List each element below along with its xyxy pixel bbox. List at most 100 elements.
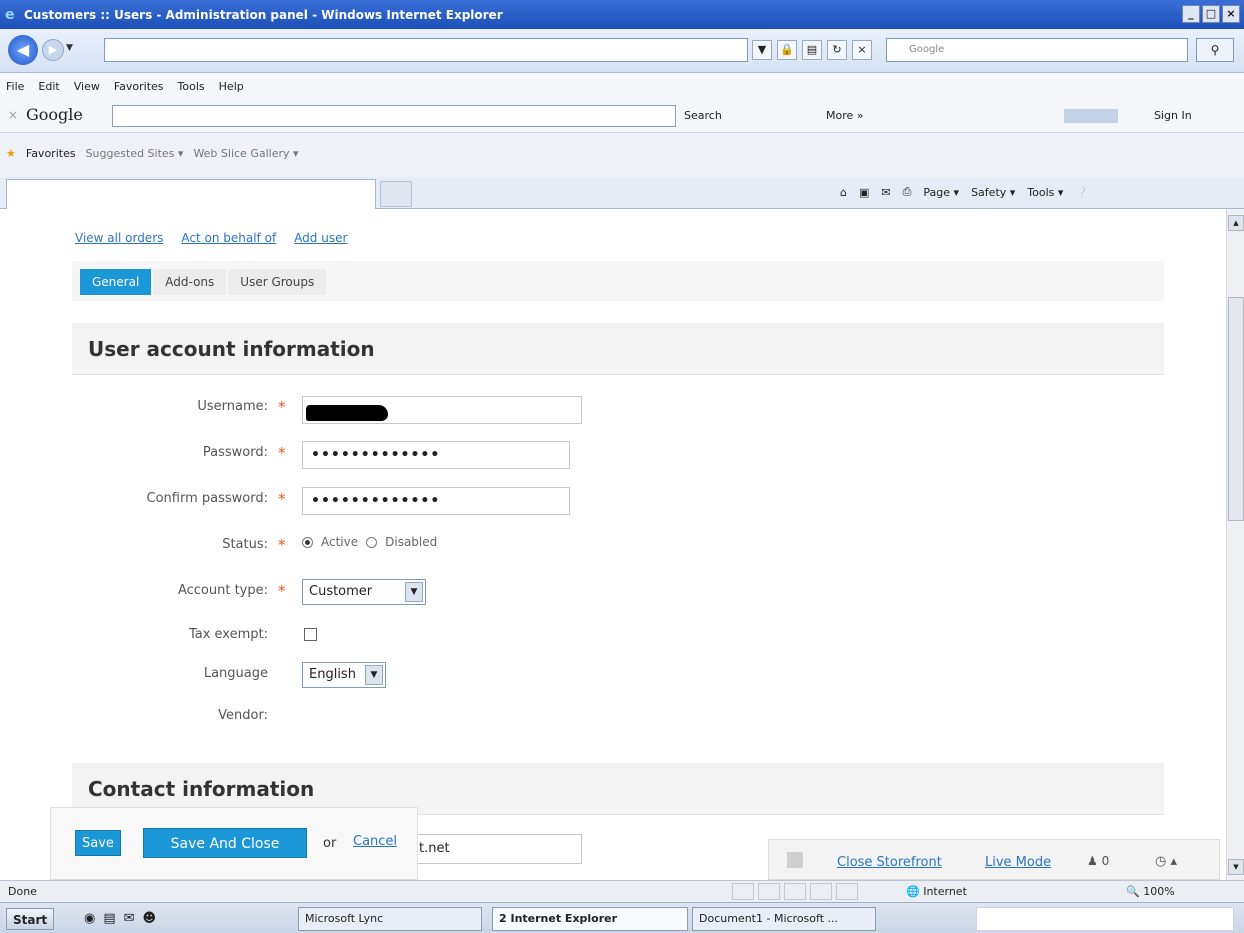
storefront-bar: Close Storefront Live Mode ♟ 0 ◷ ▴: [768, 839, 1220, 880]
taskbar-item-lync[interactable]: Microsoft Lync: [298, 907, 482, 931]
menu-file[interactable]: File: [6, 80, 24, 93]
users-online-count[interactable]: ♟ 0: [1087, 854, 1109, 868]
sign-in-button[interactable]: Sign In: [1154, 109, 1192, 122]
vertical-scrollbar[interactable]: ▲ ▼: [1226, 209, 1244, 880]
live-mode-link[interactable]: Live Mode: [985, 855, 1051, 870]
back-button[interactable]: ◀: [8, 35, 38, 65]
zoom-icon: 🔍: [1126, 885, 1144, 898]
ie-logo-icon: e: [5, 7, 15, 23]
favorites-button[interactable]: Favorites: [26, 147, 76, 160]
close-toolbar-icon[interactable]: ×: [8, 108, 18, 122]
tab-general[interactable]: General: [80, 269, 152, 295]
messenger-quicklaunch-icon[interactable]: ☻: [143, 911, 157, 926]
maximize-button[interactable]: □: [1202, 5, 1220, 23]
window-titlebar: e Customers :: Users - Administration pa…: [0, 0, 1244, 29]
feeds-icon[interactable]: ▣: [859, 186, 869, 199]
browser-search-input[interactable]: Google: [886, 38, 1188, 62]
confirm-password-field[interactable]: •••••••••••••: [302, 487, 570, 515]
browser-tab-strip: ⌂ ▣ ✉ ⎙ Page ▾ Safety ▾ Tools ▾ ❔: [0, 177, 1244, 209]
password-field[interactable]: •••••••••••••: [302, 441, 570, 469]
explorer-quicklaunch-icon[interactable]: ▤: [103, 911, 115, 926]
language-select[interactable]: English ▼: [302, 662, 386, 688]
web-slice-gallery-link[interactable]: Web Slice Gallery ▾: [193, 147, 298, 160]
google-search-input[interactable]: [112, 105, 676, 127]
google-search-button[interactable]: Search: [684, 109, 722, 122]
confirm-password-label: Confirm password:: [146, 491, 268, 506]
menu-edit[interactable]: Edit: [38, 80, 59, 93]
email-field[interactable]: t.net: [414, 834, 582, 864]
status-label: Status:: [222, 537, 268, 552]
required-mark: *: [278, 398, 286, 416]
google-plus-badge[interactable]: [1064, 109, 1118, 123]
outlook-quicklaunch-icon[interactable]: ✉: [124, 911, 135, 926]
system-tray: [976, 907, 1234, 931]
add-user-link[interactable]: Add user: [294, 231, 347, 245]
menu-view[interactable]: View: [74, 80, 100, 93]
new-tab-button[interactable]: [380, 181, 412, 207]
search-icon[interactable]: ⚲: [1196, 38, 1234, 62]
forward-button[interactable]: ▶: [42, 39, 64, 61]
act-on-behalf-link[interactable]: Act on behalf of: [181, 231, 276, 245]
favorites-star-icon[interactable]: ★: [6, 147, 16, 160]
mail-icon[interactable]: ✉: [881, 186, 890, 199]
close-window-button[interactable]: ×: [1222, 5, 1240, 23]
menu-tools[interactable]: Tools: [178, 80, 205, 93]
status-disabled-radio[interactable]: [366, 536, 378, 548]
page-menu[interactable]: Page ▾: [923, 186, 959, 199]
google-more-button[interactable]: More »: [826, 109, 864, 122]
or-text: or: [323, 836, 337, 851]
safety-menu[interactable]: Safety ▾: [971, 186, 1015, 199]
menu-favorites[interactable]: Favorites: [114, 80, 164, 93]
address-bar: ◀ ▶ ▼ ▼ 🔒 ▤ ↻ × Google ⚲: [0, 29, 1244, 73]
zoom-level[interactable]: 🔍 100%: [1126, 885, 1175, 898]
window-controls: _ □ ×: [1182, 5, 1240, 23]
url-input[interactable]: [104, 38, 748, 62]
tab-add-ons[interactable]: Add-ons: [153, 269, 227, 295]
language-value: English: [309, 667, 356, 682]
status-active-radio[interactable]: [302, 536, 313, 548]
tax-exempt-checkbox[interactable]: [304, 628, 317, 641]
close-storefront-link[interactable]: Close Storefront: [837, 855, 942, 870]
save-button[interactable]: Save: [75, 830, 121, 856]
view-all-orders-link[interactable]: View all orders: [75, 231, 163, 245]
taskbar-item-ie[interactable]: 2 Internet Explorer: [492, 907, 688, 931]
required-mark: *: [278, 536, 286, 554]
zoom-value: 100%: [1143, 885, 1175, 898]
menu-help[interactable]: Help: [219, 80, 244, 93]
clock-icon[interactable]: ◷ ▴: [1155, 854, 1177, 869]
ie-quicklaunch-icon[interactable]: ◉: [84, 911, 95, 926]
status-segment: [732, 883, 754, 900]
save-and-close-button[interactable]: Save And Close: [143, 828, 307, 858]
print-icon[interactable]: ⎙: [903, 185, 912, 199]
suggested-sites-link[interactable]: Suggested Sites ▾: [86, 147, 184, 160]
scroll-thumb[interactable]: [1228, 297, 1244, 521]
home-icon[interactable]: ⌂: [840, 186, 847, 199]
page-content: View all orders Act on behalf of Add use…: [0, 209, 1226, 880]
start-button[interactable]: Start: [6, 908, 55, 930]
lock-icon[interactable]: 🔒: [777, 40, 797, 60]
history-dropdown-icon[interactable]: ▼: [66, 43, 73, 53]
quick-launch: ◉ ▤ ✉ ☻: [84, 911, 156, 926]
dropdown-arrow-icon[interactable]: ▼: [405, 582, 423, 602]
status-segment: [784, 883, 806, 900]
scroll-down-icon[interactable]: ▼: [1228, 859, 1244, 875]
account-type-label: Account type:: [177, 583, 268, 598]
scroll-up-icon[interactable]: ▲: [1228, 215, 1244, 231]
status-text: Done: [8, 885, 37, 898]
edit-icon[interactable]: [787, 852, 803, 868]
stop-icon[interactable]: ×: [852, 40, 872, 60]
security-zone[interactable]: 🌐 Internet: [906, 885, 967, 898]
refresh-icon[interactable]: ↻: [827, 40, 847, 60]
cancel-link[interactable]: Cancel: [353, 834, 397, 849]
browser-tab-active[interactable]: [6, 179, 376, 209]
compatibility-icon[interactable]: ▤: [802, 40, 822, 60]
tab-user-groups[interactable]: User Groups: [228, 269, 327, 295]
address-dropdown-icon[interactable]: ▼: [752, 40, 772, 60]
help-icon[interactable]: ❔: [1075, 186, 1089, 199]
account-type-select[interactable]: Customer ▼: [302, 579, 426, 605]
taskbar-item-document[interactable]: Document1 - Microsoft ...: [692, 907, 876, 931]
tools-menu[interactable]: Tools ▾: [1027, 186, 1063, 199]
dropdown-arrow-icon[interactable]: ▼: [365, 665, 383, 685]
password-label: Password:: [202, 445, 268, 460]
minimize-button[interactable]: _: [1182, 5, 1200, 23]
